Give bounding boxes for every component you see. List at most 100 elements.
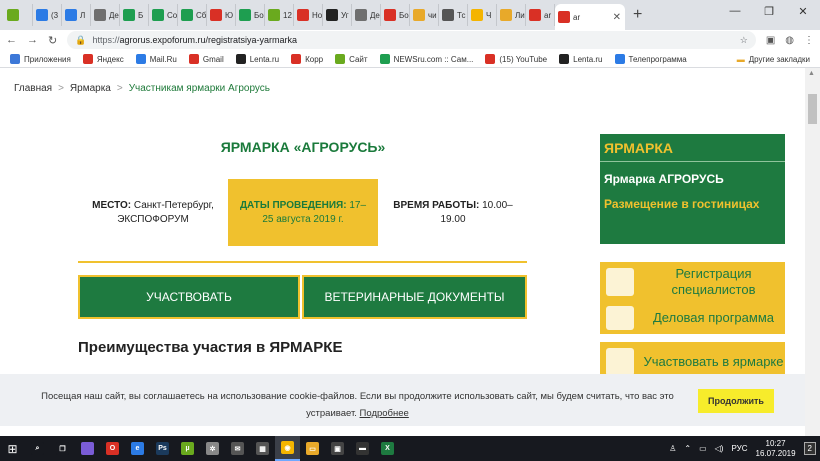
taskbar-app-mail[interactable]: ✉ xyxy=(225,436,250,461)
taskbar-app-opera[interactable]: O xyxy=(100,436,125,461)
language-indicator[interactable]: РУС xyxy=(731,444,747,453)
vet-docs-button[interactable]: ВЕТЕРИНАРНЫЕ ДОКУМЕНТЫ xyxy=(302,275,527,319)
breadcrumb: Главная > Ярмарка > Участникам ярмарки А… xyxy=(14,83,270,94)
breadcrumb-home[interactable]: Главная xyxy=(14,83,52,94)
close-window-icon[interactable]: ✕ xyxy=(786,0,820,22)
bookmark-item[interactable]: Приложения xyxy=(10,54,71,64)
taskbar-app-cmd[interactable]: ▬ xyxy=(350,436,375,461)
scroll-up-icon[interactable]: ▲ xyxy=(808,70,815,77)
breadcrumb-section[interactable]: Ярмарка xyxy=(70,83,111,94)
windows-icon: ⊞ xyxy=(7,441,18,456)
taskbar-app-explorer[interactable]: ▭ xyxy=(300,436,325,461)
browser-tab[interactable]: Тс xyxy=(439,4,468,26)
browser-tab[interactable]: Сб xyxy=(178,4,207,26)
participate-fair-label: Участвовать в ярмарке xyxy=(643,354,784,369)
tab-title: Ю xyxy=(225,10,234,20)
bookmark-item[interactable]: Mail.Ru xyxy=(135,54,177,64)
browser-tab[interactable]: Б xyxy=(120,4,149,26)
person-icon[interactable]: ♙ xyxy=(669,444,676,453)
cookie-more-link[interactable]: Подробнее xyxy=(360,408,409,419)
browser-tab[interactable]: ar xyxy=(526,4,555,26)
taskbar-app-chrome[interactable]: ◉ xyxy=(275,436,300,461)
new-tab-icon[interactable]: + xyxy=(633,6,642,24)
scrollbar[interactable]: ▲ xyxy=(805,68,820,436)
bookmark-item[interactable]: Lenta.ru xyxy=(235,54,279,64)
tab-favicon-icon xyxy=(442,9,454,21)
taskbar-app-search[interactable]: ⌕ xyxy=(25,436,50,461)
sidebar-item-hotels[interactable]: Размещение в гостиницах xyxy=(600,186,785,212)
clock[interactable]: 10:27 16.07.2019 xyxy=(756,439,796,459)
star-icon[interactable]: ☆ xyxy=(740,35,748,46)
bookmark-item[interactable]: Телепрограмма xyxy=(614,54,687,64)
chevron-up-icon[interactable]: ⌃ xyxy=(684,444,691,453)
extension-icon[interactable]: ▣ xyxy=(766,35,775,46)
browser-tab[interactable]: (3 xyxy=(33,4,62,26)
taskbar-app-app[interactable] xyxy=(75,436,100,461)
sidebar-header: ЯРМАРКА xyxy=(600,134,785,162)
close-icon[interactable]: ✕ xyxy=(613,12,621,23)
browser-tab[interactable]: Уг xyxy=(323,4,352,26)
url-scheme: https:// xyxy=(92,35,120,45)
scrollbar-thumb[interactable] xyxy=(808,94,817,124)
browser-tab[interactable]: чи xyxy=(410,4,439,26)
taskbar-app-film[interactable]: ▣ xyxy=(325,436,350,461)
browser-tab[interactable]: Де xyxy=(91,4,120,26)
active-tab[interactable]: ar ✕ xyxy=(555,4,625,30)
back-icon[interactable]: ← xyxy=(6,34,17,46)
bookmark-item[interactable]: Gmail xyxy=(188,54,224,64)
other-bookmarks[interactable]: ▬ Другие закладки xyxy=(737,55,810,64)
reload-icon[interactable]: ↻ xyxy=(48,34,57,47)
bookmark-label: Mail.Ru xyxy=(149,54,177,64)
cookie-continue-button[interactable]: Продолжить xyxy=(698,389,774,413)
bookmark-item[interactable]: Корр xyxy=(291,54,323,64)
browser-tab[interactable]: Де xyxy=(352,4,381,26)
bookmark-item[interactable]: (15) YouTube xyxy=(485,54,547,64)
business-program-button[interactable]: Деловая программа xyxy=(600,302,785,334)
url-input[interactable]: 🔒 https://agrorus.expoforum.ru/registrat… xyxy=(67,31,756,49)
bookmark-favicon-icon xyxy=(485,54,496,64)
participate-button[interactable]: УЧАСТВОВАТЬ xyxy=(78,275,300,319)
forward-icon[interactable]: → xyxy=(27,34,38,46)
specialist-registration-button[interactable]: Регистрация специалистов xyxy=(600,262,785,302)
minimize-icon[interactable]: — xyxy=(718,0,752,22)
maximize-icon[interactable]: ❐ xyxy=(752,0,786,22)
bookmark-item[interactable]: Lenta.ru xyxy=(559,54,603,64)
notifications-icon[interactable]: 2 xyxy=(803,442,816,455)
taskbar-app-photoshop[interactable]: Ps xyxy=(150,436,175,461)
browser-tab[interactable]: Со xyxy=(149,4,178,26)
browser-tab[interactable] xyxy=(4,4,33,26)
browser-tab[interactable]: Ли xyxy=(497,4,526,26)
volume-icon[interactable]: ◁) xyxy=(715,444,724,453)
browser-tab[interactable]: Бо xyxy=(236,4,265,26)
taskbar-app-excel[interactable]: X xyxy=(375,436,400,461)
taskbar-apps: ⌕ ❐ Oe Ps µ ✲ ✉ ▦ ◉ ▭ ▣ ▬ X xyxy=(25,436,400,461)
browser-tab[interactable]: 12 xyxy=(265,4,294,26)
bookmark-favicon-icon xyxy=(82,54,93,64)
bookmark-label: Яндекс xyxy=(96,54,124,64)
browser-tab[interactable]: Бо xyxy=(381,4,410,26)
taskbar-app-torrent[interactable]: µ xyxy=(175,436,200,461)
place-info: МЕСТО: Санкт-Петербург, ЭКСПОФОРУМ xyxy=(88,199,218,227)
profile-icon[interactable]: ◍ xyxy=(785,35,794,46)
bookmark-favicon-icon xyxy=(559,54,570,64)
start-button[interactable]: ⊞ xyxy=(0,436,25,461)
taskbar-app-edge[interactable]: e xyxy=(125,436,150,461)
bookmark-item[interactable]: Сайт xyxy=(335,54,368,64)
tab-title: Бо xyxy=(399,10,409,20)
bookmark-item[interactable]: NEWSru.com :: Сам... xyxy=(379,54,473,64)
menu-icon[interactable]: ⋮ xyxy=(804,35,814,46)
browser-tab[interactable]: Ю xyxy=(207,4,236,26)
browser-tab[interactable]: Но xyxy=(294,4,323,26)
dates-text: ДАТЫ ПРОВЕДЕНИЯ: 17–25 августа 2019 г. xyxy=(238,199,368,227)
browser-tab[interactable]: Л xyxy=(62,4,91,26)
taskbar-app-calculator[interactable]: ▦ xyxy=(250,436,275,461)
taskbar-app-media[interactable]: ✲ xyxy=(200,436,225,461)
network-icon[interactable]: ▭ xyxy=(699,444,707,453)
tab-favicon-icon xyxy=(355,9,367,21)
bookmark-item[interactable]: Яндекс xyxy=(82,54,124,64)
browser-tab[interactable]: Ч xyxy=(468,4,497,26)
excel-icon: X xyxy=(381,442,394,455)
taskbar-app-task-view[interactable]: ❐ xyxy=(50,436,75,461)
sidebar-item-fair[interactable]: Ярмарка АГРОРУСЬ xyxy=(600,162,785,186)
opera-icon: O xyxy=(106,442,119,455)
